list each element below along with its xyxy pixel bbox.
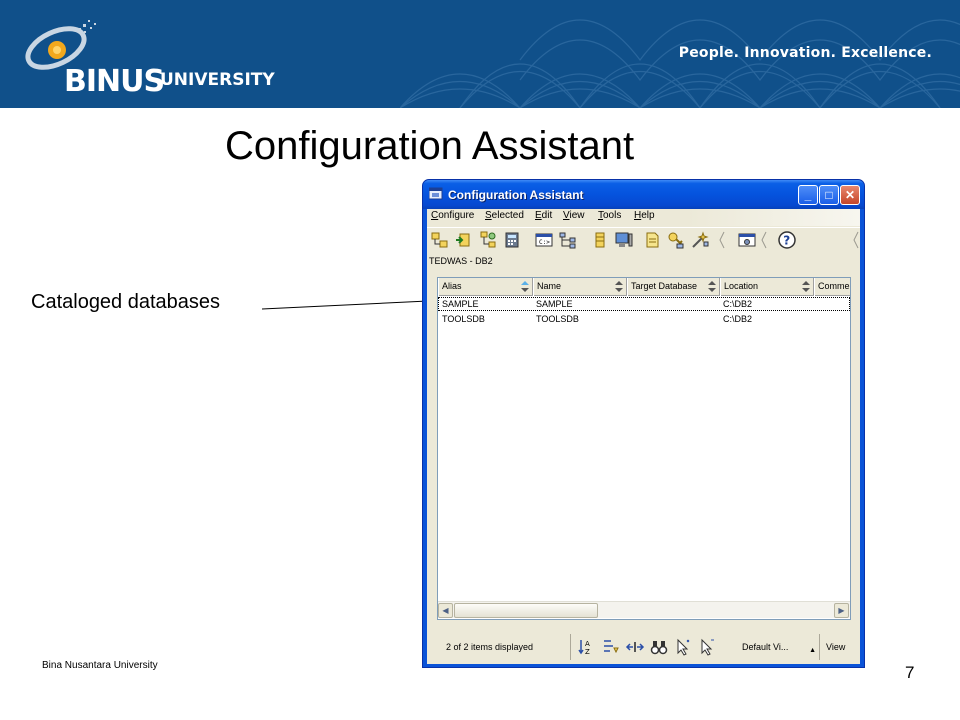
column-header-location[interactable]: Location <box>720 278 814 296</box>
sort-az-icon[interactable]: AZ <box>577 637 597 657</box>
view-select[interactable]: Default Vi... ▲ <box>736 634 820 660</box>
slide-header-banner: BINUS UNIVERSITY People. Innovation. Exc… <box>0 0 960 108</box>
sort-ascending-icon <box>521 281 529 292</box>
binus-logo: BINUS UNIVERSITY <box>20 14 290 99</box>
deselect-pointer-icon[interactable] <box>697 637 717 657</box>
chevron-up-icon: ▲ <box>809 647 816 654</box>
scroll-right-button[interactable]: ▶ <box>834 603 849 618</box>
network-discover-icon[interactable] <box>478 230 498 250</box>
maximize-button[interactable]: □ <box>819 185 839 205</box>
minimize-button[interactable]: _ <box>798 185 818 205</box>
svg-text:A: A <box>585 640 590 648</box>
scroll-left-button[interactable]: ◀ <box>438 603 453 618</box>
cell-name: SAMPLE <box>536 299 573 309</box>
scrollbar-thumb[interactable] <box>454 603 598 618</box>
tagline: People. Innovation. Excellence. <box>678 45 932 61</box>
cell-name: TOOLSDB <box>536 314 579 324</box>
columns-icon[interactable] <box>625 637 645 657</box>
configuration-assistant-window: Configuration Assistant _ □ ✕ Configure … <box>422 179 865 668</box>
help-icon[interactable]: ? <box>777 230 797 250</box>
find-binoculars-icon[interactable] <box>649 637 669 657</box>
command-window-icon[interactable]: C:> <box>534 230 554 250</box>
menu-help[interactable]: Help <box>634 210 655 221</box>
sort-icon <box>708 281 716 292</box>
toolbar-separator <box>719 231 725 249</box>
table-header: Alias Name Target Database Location Comm… <box>438 278 850 296</box>
add-database-icon[interactable] <box>430 230 450 250</box>
connect-wizard-icon[interactable] <box>690 230 710 250</box>
toolbar-separator <box>853 231 859 249</box>
system-instance-label: TEDWAS - DB2 <box>429 256 493 266</box>
menu-edit[interactable]: Edit <box>535 210 552 221</box>
select-pointer-icon[interactable] <box>673 637 693 657</box>
menu-configure[interactable]: Configure <box>431 210 474 221</box>
menu-selected[interactable]: Selected <box>485 210 524 221</box>
window-client-area: Configure Selected Edit View Tools Help … <box>427 209 860 664</box>
note-icon[interactable] <box>642 230 662 250</box>
cell-location: C:\DB2 <box>723 314 753 324</box>
slide-title: Configuration Assistant <box>225 124 635 168</box>
server-monitor-icon[interactable] <box>614 230 634 250</box>
menu-tools[interactable]: Tools <box>598 210 621 221</box>
svg-text:?: ? <box>783 234 790 248</box>
table-row[interactable]: SAMPLE SAMPLE C:\DB2 <box>438 297 850 311</box>
column-header-target-database[interactable]: Target Database <box>627 278 720 296</box>
database-table: Alias Name Target Database Location Comm… <box>437 277 851 620</box>
settings-window-icon[interactable] <box>737 230 757 250</box>
cell-alias: SAMPLE <box>442 299 479 309</box>
logo-university-text: UNIVERSITY <box>160 70 275 90</box>
app-window-icon <box>429 187 443 200</box>
table-row[interactable]: TOOLSDB TOOLSDB C:\DB2 <box>438 312 850 326</box>
svg-text:Z: Z <box>585 648 590 656</box>
toolbar: C:> ? <box>427 227 860 251</box>
status-bar: 2 of 2 items displayed AZ Default Vi... … <box>437 634 851 660</box>
sort-icon <box>615 281 623 292</box>
svg-text:C:>: C:> <box>539 239 550 246</box>
toolbar-separator <box>761 231 767 249</box>
network-tree-icon[interactable] <box>558 230 578 250</box>
sort-icon <box>802 281 810 292</box>
callout-arrow <box>262 296 438 310</box>
items-count-text: 2 of 2 items displayed <box>437 634 571 660</box>
logo-binus-text: BINUS <box>64 64 165 99</box>
column-header-name[interactable]: Name <box>533 278 627 296</box>
callout-label: Cataloged databases <box>31 291 221 313</box>
calculator-icon[interactable] <box>502 230 522 250</box>
column-header-comment[interactable]: Comme <box>814 278 850 296</box>
column-header-alias[interactable]: Alias <box>438 278 533 296</box>
catalog-icon[interactable] <box>454 230 474 250</box>
menu-view[interactable]: View <box>563 210 585 221</box>
close-button[interactable]: ✕ <box>840 185 860 205</box>
horizontal-scrollbar[interactable]: ◀ ▶ <box>438 601 850 618</box>
window-title-bar[interactable]: Configuration Assistant _ □ ✕ <box>423 180 864 209</box>
cell-alias: TOOLSDB <box>442 314 485 324</box>
cell-location: C:\DB2 <box>723 299 753 309</box>
footer-text: Bina Nusantara University <box>42 660 158 671</box>
database-cylinder-icon[interactable] <box>590 230 610 250</box>
menu-bar: Configure Selected Edit View Tools Help <box>427 209 860 226</box>
window-title: Configuration Assistant <box>448 188 584 202</box>
page-number: 7 <box>905 663 915 682</box>
filter-icon[interactable] <box>601 637 621 657</box>
view-button[interactable]: View <box>823 634 845 660</box>
key-icon[interactable] <box>666 230 686 250</box>
